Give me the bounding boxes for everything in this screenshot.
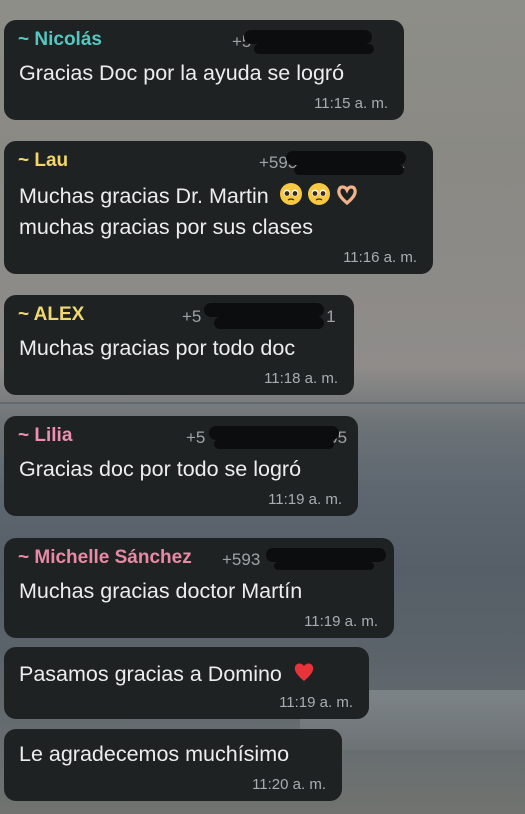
red-heart-icon bbox=[294, 663, 314, 681]
message-bubble-michelle[interactable]: ~ Michelle Sánchez +593 Muchas gracias d… bbox=[4, 538, 394, 638]
sender-phone: +593 bbox=[222, 550, 261, 569]
message-bubble-lau[interactable]: ~ Lau +593 92 Muchas gracias Dr. Martin … bbox=[4, 141, 433, 274]
heart-hands-icon bbox=[336, 185, 357, 206]
sender-name[interactable]: ~ Lau bbox=[18, 150, 68, 172]
redaction-bar bbox=[209, 426, 339, 440]
message-text: Gracias Doc por la ayuda se logró bbox=[19, 61, 345, 85]
redaction-bar bbox=[204, 303, 324, 317]
message-time: 11:18 a. m. bbox=[264, 370, 338, 387]
pleading-face-icon bbox=[307, 183, 330, 205]
message-text: Le agradecemos muchísimo bbox=[19, 742, 290, 766]
message-bubble-domino[interactable]: Pasamos gracias a Domino 11:19 a. m. bbox=[4, 647, 369, 719]
pleading-face-icon bbox=[279, 183, 302, 205]
redaction-bar bbox=[266, 548, 386, 562]
message-time: 11:20 a. m. bbox=[252, 776, 326, 793]
message-bubble-nicolas[interactable]: ~ Nicolás +5 35 Gracias Doc por la ayuda… bbox=[4, 20, 404, 120]
message-text: Muchas gracias doctor Martín bbox=[19, 579, 303, 603]
message-time: 11:19 a. m. bbox=[268, 491, 342, 508]
sender-name[interactable]: ~ Nicolás bbox=[18, 29, 102, 51]
redaction-bar bbox=[286, 151, 406, 165]
message-bubble-lilia[interactable]: ~ Lilia +5 05 Gracias doc por todo se lo… bbox=[4, 416, 358, 516]
message-text: Muchas gracias por todo doc bbox=[19, 336, 296, 360]
sender-name[interactable]: ~ Michelle Sánchez bbox=[18, 547, 192, 569]
message-time: 11:19 a. m. bbox=[304, 613, 378, 630]
message-text: Pasamos gracias a Domino bbox=[19, 660, 316, 687]
redaction-bar bbox=[214, 439, 334, 449]
message-bubble-agradecemos[interactable]: Le agradecemos muchísimo 11:20 a. m. bbox=[4, 729, 342, 801]
redaction-bar bbox=[254, 44, 374, 54]
message-time: 11:15 a. m. bbox=[314, 95, 388, 112]
message-time: 11:19 a. m. bbox=[279, 694, 353, 711]
sender-name[interactable]: ~ Lilia bbox=[18, 425, 72, 447]
message-time: 11:16 a. m. bbox=[343, 249, 417, 266]
message-text: Gracias doc por todo se logró bbox=[19, 457, 302, 481]
message-bubble-alex[interactable]: ~ ALEX +5 1 Muchas gracias por todo doc … bbox=[4, 295, 354, 395]
redaction-bar bbox=[274, 562, 374, 570]
background-horizon bbox=[0, 402, 525, 404]
sender-name[interactable]: ~ ALEX bbox=[18, 304, 84, 326]
message-text-line2: muchas gracias por sus clases bbox=[19, 215, 313, 239]
message-text: Muchas gracias Dr. Martin bbox=[19, 182, 359, 209]
redaction-bar bbox=[214, 317, 324, 329]
redaction-bar bbox=[294, 165, 404, 175]
redaction-bar bbox=[244, 30, 372, 44]
